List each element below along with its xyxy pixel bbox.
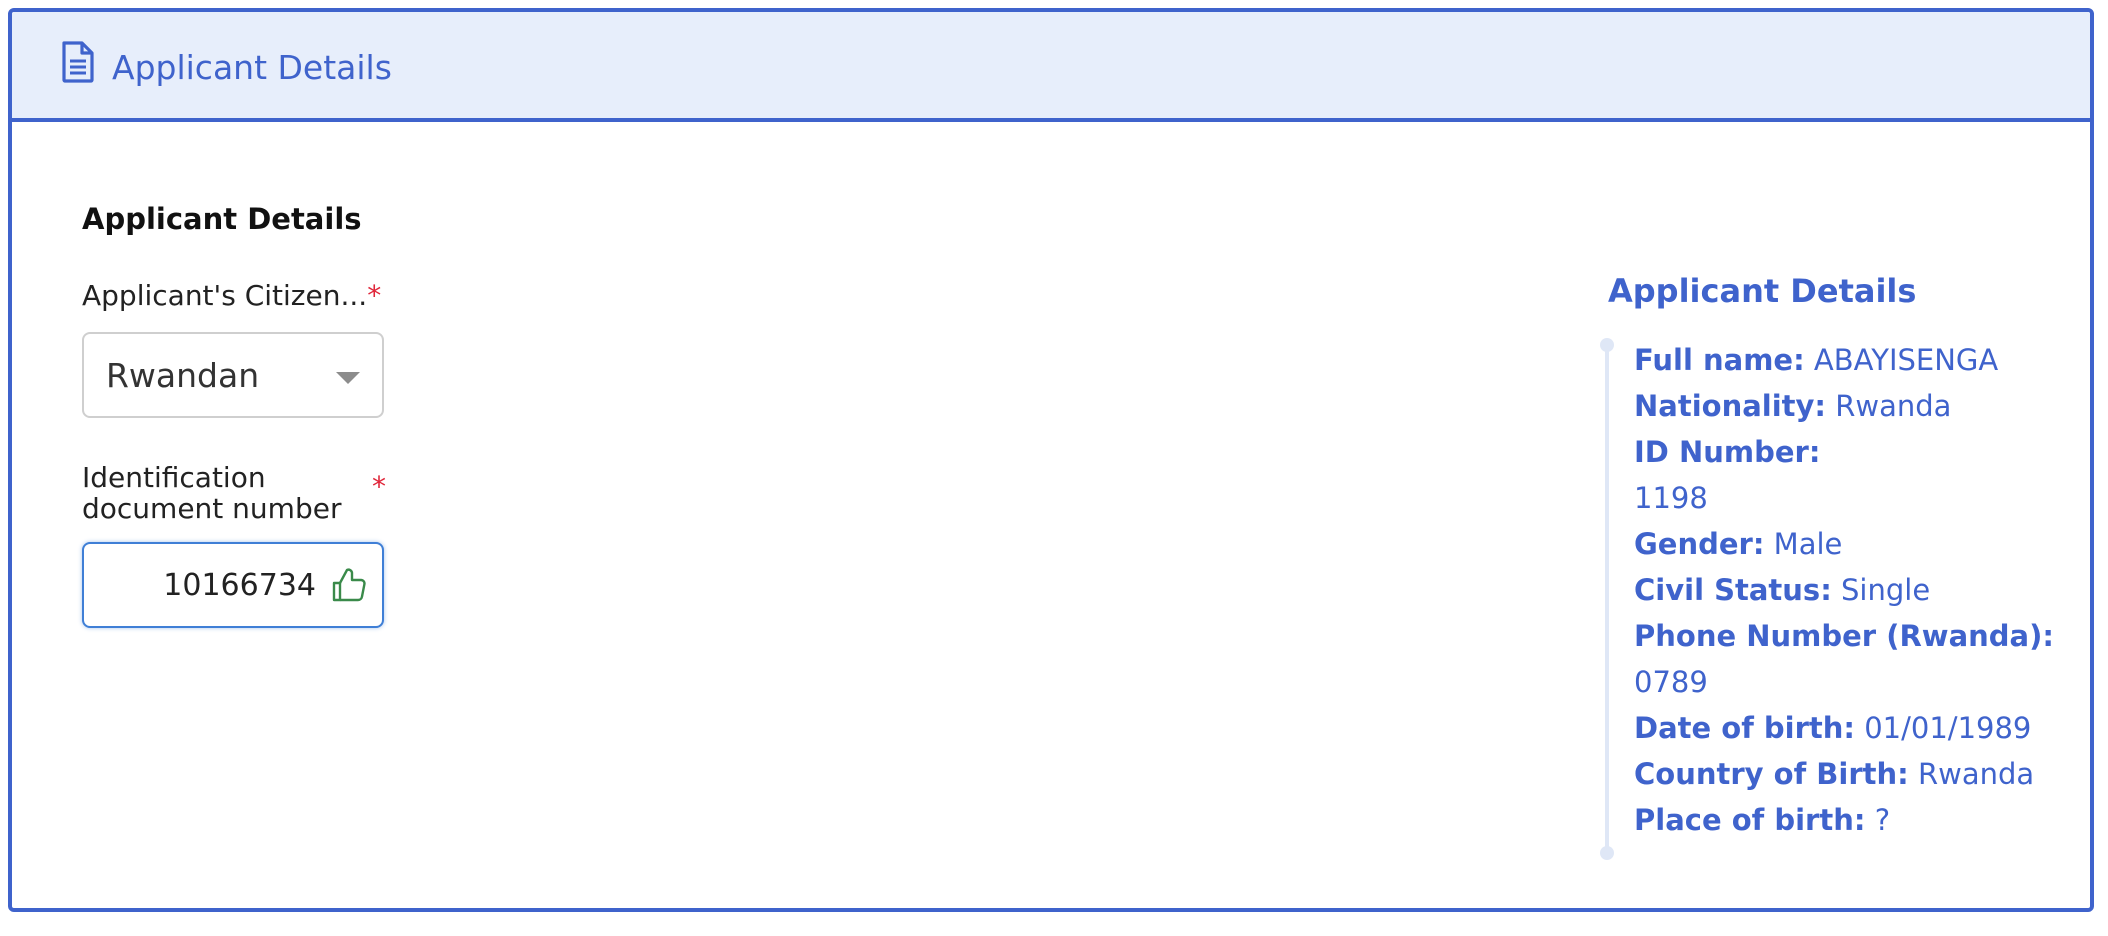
caret-down-icon	[336, 372, 360, 384]
detail-phone: Phone Number (Rwanda):	[1634, 613, 2054, 659]
detail-label: Date of birth:	[1634, 711, 1856, 745]
detail-nationality: Nationality: Rwanda	[1634, 383, 2054, 429]
detail-label: ID Number:	[1634, 435, 1821, 469]
details-list: Full name: ABAYISENGA Nationality: Rwand…	[1634, 337, 2054, 843]
document-icon	[62, 41, 94, 83]
id-number-input[interactable]	[84, 544, 316, 626]
id-document-label: Identification document number	[82, 462, 342, 524]
detail-label: Country of Birth:	[1634, 757, 1909, 791]
citizenship-selected-value: Rwandan	[106, 356, 260, 395]
citizenship-select[interactable]: Rwandan	[82, 332, 384, 418]
thumbs-up-icon	[332, 568, 366, 602]
detail-value: Male	[1773, 527, 1843, 561]
detail-value: 0789	[1634, 665, 1708, 699]
detail-id-number: ID Number:	[1634, 429, 2054, 475]
detail-value: 01/01/1989	[1864, 711, 2032, 745]
detail-label: Nationality:	[1634, 389, 1827, 423]
timeline-dot-end	[1600, 846, 1614, 860]
citizenship-label-text: Applicant's Citizen...	[82, 279, 368, 312]
detail-label: Place of birth:	[1634, 803, 1866, 837]
detail-label: Phone Number (Rwanda):	[1634, 619, 2054, 653]
panel-title: Applicant Details	[112, 48, 392, 87]
required-asterisk: *	[367, 279, 382, 312]
detail-place-of-birth: Place of birth: ?	[1634, 797, 2054, 843]
panel-header: Applicant Details	[12, 12, 2090, 122]
id-label-line1: Identification	[82, 461, 266, 494]
detail-civil-status: Civil Status: Single	[1634, 567, 2054, 613]
detail-full-name: Full name: ABAYISENGA	[1634, 337, 2054, 383]
detail-label: Full name:	[1634, 343, 1805, 377]
detail-phone-value-row: 0789	[1634, 659, 2054, 705]
timeline-line	[1605, 342, 1609, 852]
detail-value: Rwanda	[1917, 757, 2035, 791]
detail-value: Single	[1841, 573, 1931, 607]
applicant-details-panel: Applicant Details Applicant Details Appl…	[8, 8, 2094, 912]
detail-value: ?	[1874, 803, 1891, 837]
detail-value: ABAYISENGA	[1813, 343, 1999, 377]
detail-value: Rwanda	[1835, 389, 1952, 423]
timeline-dot-start	[1600, 338, 1614, 352]
detail-value: 1198	[1634, 481, 1708, 515]
details-title: Applicant Details	[1608, 272, 1917, 310]
detail-country-of-birth: Country of Birth: Rwanda	[1634, 751, 2054, 797]
detail-date-of-birth: Date of birth: 01/01/1989	[1634, 705, 2054, 751]
detail-label: Civil Status:	[1634, 573, 1832, 607]
required-asterisk: *	[372, 470, 386, 503]
detail-id-number-value-row: 1198	[1634, 475, 2054, 521]
id-label-line2: document number	[82, 492, 342, 525]
citizenship-label: Applicant's Citizen...*	[82, 280, 381, 311]
detail-gender: Gender: Male	[1634, 521, 2054, 567]
id-number-field[interactable]	[82, 542, 384, 628]
detail-label: Gender:	[1634, 527, 1765, 561]
form-section-title: Applicant Details	[82, 202, 362, 236]
